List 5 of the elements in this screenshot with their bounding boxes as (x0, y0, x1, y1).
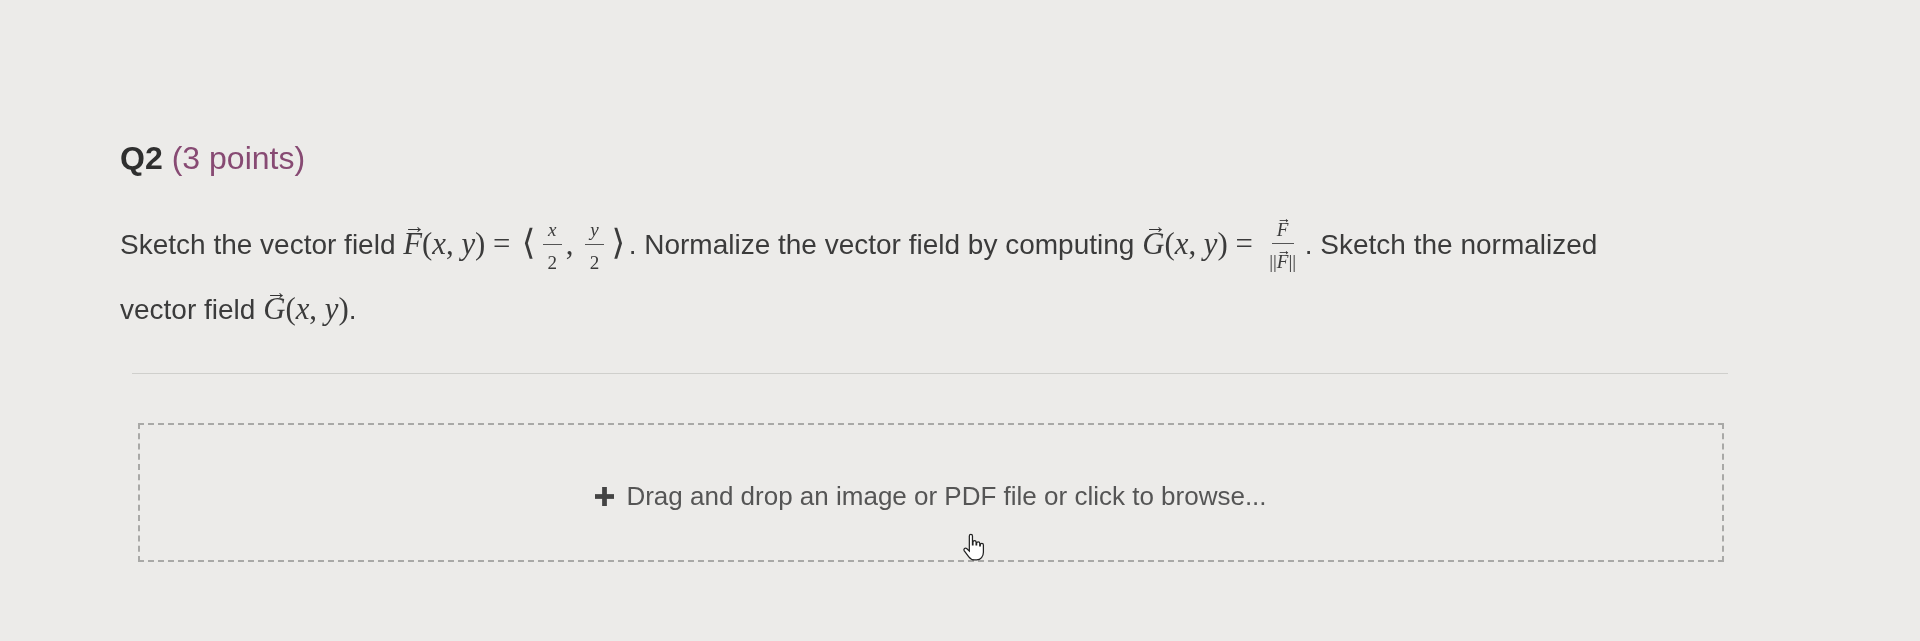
file-drop-zone[interactable]: Drag and drop an image or PDF file or click to browse... (138, 423, 1724, 563)
question-points: (3 points) (171, 140, 306, 176)
plus-icon (595, 487, 615, 507)
question-number: Q2 (120, 140, 163, 176)
hand-cursor-icon (961, 533, 986, 564)
